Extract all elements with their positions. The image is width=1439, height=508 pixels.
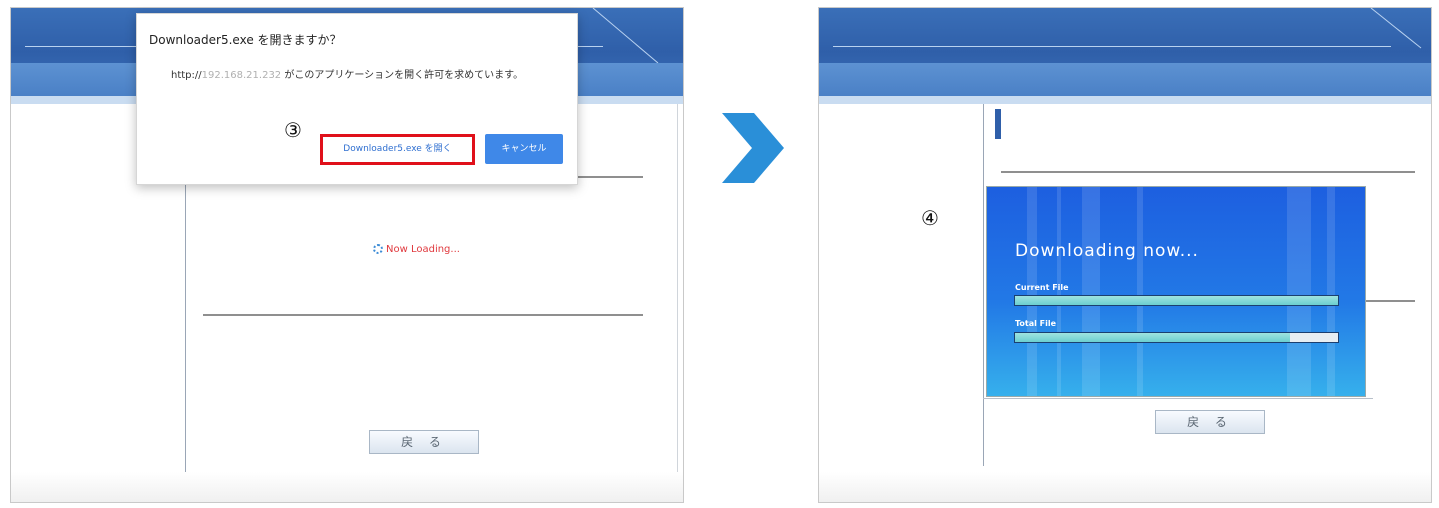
header-underband (819, 96, 1431, 104)
divider-top (1001, 171, 1415, 173)
current-file-progress (1014, 295, 1339, 306)
footer-band (11, 472, 683, 502)
open-downloader-button[interactable]: Downloader5.exe を開く (320, 134, 475, 165)
step-marker-4: ④ (921, 206, 939, 230)
current-file-progress-fill (1015, 296, 1338, 305)
bg-streak (1327, 187, 1335, 396)
dialog-title: Downloader5.exe を開きますか？ (149, 33, 342, 47)
footer-band (819, 472, 1431, 502)
dialog-message-suffix: がこのアプリケーションを開く許可を求めています。 (281, 70, 524, 81)
bg-streak (1137, 187, 1143, 396)
downloader-window: Downloading now... Current File Total Fi… (986, 186, 1366, 397)
content-left-border (983, 104, 984, 466)
open-app-dialog: Downloader5.exe を開きますか？ http://192.168.2… (136, 13, 578, 185)
header-diagonal (1370, 8, 1422, 49)
content-marker (995, 109, 1001, 139)
dialog-message: http://192.168.21.232 がこのアプリケーションを開く許可を求… (171, 66, 523, 81)
next-step-arrow-icon (722, 113, 784, 183)
divider-bottom (203, 314, 643, 316)
downloader-title: Downloading now... (1015, 241, 1199, 261)
loading-text: Now Loading... (386, 244, 460, 255)
back-button[interactable]: 戻 る (369, 430, 479, 454)
total-file-progress-fill (1015, 333, 1290, 342)
header-diagonal (592, 8, 659, 63)
cancel-button[interactable]: キャンセル (485, 134, 563, 164)
divider-bottom (1364, 300, 1415, 302)
total-file-progress (1014, 332, 1339, 343)
bg-streak (1287, 187, 1311, 396)
loading-indicator: Now Loading... (373, 244, 460, 255)
page-header-subband (819, 63, 1431, 96)
bg-streak (1082, 187, 1100, 396)
spinner-icon (373, 244, 383, 254)
total-file-label: Total File (1015, 319, 1057, 328)
header-line (833, 46, 1391, 47)
dialog-message-prefix: http:// (171, 70, 202, 81)
current-file-label: Current File (1015, 283, 1069, 292)
content-right-border (677, 104, 678, 476)
content-bottom-line (983, 398, 1373, 399)
dialog-message-host: 192.168.21.232 (201, 70, 282, 81)
step-marker-3: ③ (284, 118, 302, 142)
back-button[interactable]: 戻 る (1155, 410, 1265, 434)
